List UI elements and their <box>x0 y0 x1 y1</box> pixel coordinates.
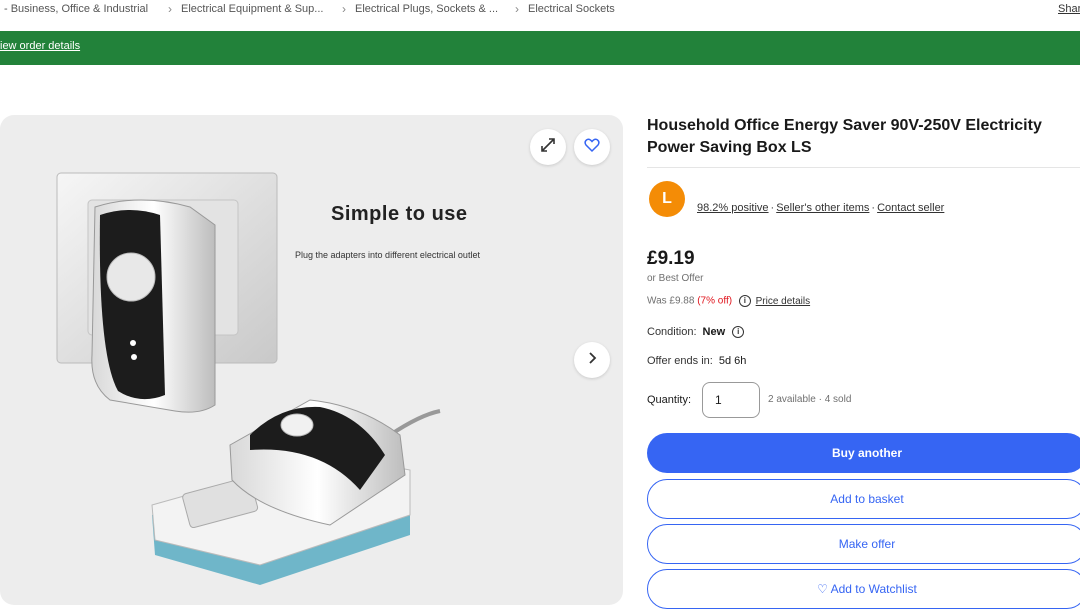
condition-label: Condition: <box>647 326 697 338</box>
condition-row: Condition: New i <box>647 326 745 339</box>
make-offer-button[interactable]: Make offer <box>647 524 1080 564</box>
quantity-label: Quantity: <box>647 394 692 406</box>
breadcrumb-item-electrical-sockets[interactable]: Electrical Sockets <box>528 3 615 15</box>
product-title-line-1: Household Office Energy Saver 90V-250V E… <box>647 117 1042 134</box>
heart-icon <box>584 137 600 158</box>
discount-text: (7% off) <box>697 295 733 307</box>
image-headline: Simple to use <box>331 203 468 225</box>
divider <box>647 167 1080 168</box>
quantity-available: 2 available · 4 sold <box>768 394 852 405</box>
chevron-right-icon <box>585 351 599 370</box>
condition-value: New <box>702 326 726 338</box>
breadcrumb: - Business, Office & Industrial › Electr… <box>0 0 1080 30</box>
watch-heart-button[interactable] <box>574 129 610 165</box>
was-price: Was £9.88 (7% off) i Price details <box>647 295 810 307</box>
breadcrumb-chevron-icon: › <box>342 2 346 16</box>
product-gallery[interactable]: Simple to use Plug the adapters into dif… <box>0 115 623 605</box>
price: £9.19 <box>647 248 695 269</box>
breadcrumb-item-plugs-sockets[interactable]: Electrical Plugs, Sockets & ... <box>355 3 498 15</box>
quantity-input[interactable]: 1 <box>702 382 760 418</box>
add-to-basket-button[interactable]: Add to basket <box>647 479 1080 519</box>
product-title-line-2: Power Saving Box LS <box>647 139 812 156</box>
condition-info-icon[interactable]: i <box>732 326 745 339</box>
info-icon[interactable]: i <box>738 295 751 307</box>
order-banner: iew order details <box>0 31 1080 65</box>
expand-button[interactable] <box>530 129 566 165</box>
expand-icon <box>539 136 557 159</box>
add-to-watchlist-button[interactable]: ♡ Add to Watchlist <box>647 569 1080 609</box>
breadcrumb-chevron-icon: › <box>515 2 519 16</box>
share-link[interactable]: Share <box>1058 3 1080 15</box>
offer-ends-value: 5d 6h <box>718 355 747 367</box>
contact-seller-link[interactable]: Contact seller <box>877 202 944 214</box>
seller-feedback-link[interactable]: 98.2% positive <box>697 202 769 214</box>
product-title: Household Office Energy Saver 90V-250V E… <box>647 115 1080 159</box>
was-price-text: Was £9.88 <box>647 295 695 307</box>
seller-avatar[interactable]: L <box>649 181 685 217</box>
seller-other-items-link[interactable]: Seller's other items <box>776 202 869 214</box>
breadcrumb-item-electrical-equipment[interactable]: Electrical Equipment & Sup... <box>181 3 323 15</box>
breadcrumb-item-business[interactable]: - Business, Office & Industrial <box>4 3 148 15</box>
seller-links: 98.2% positive · Seller's other items · Cont… <box>697 202 945 214</box>
view-order-details-link[interactable]: iew order details <box>0 40 80 52</box>
offer-ends-label: Offer ends in: <box>647 355 713 367</box>
product-image <box>56 172 441 585</box>
best-offer-label: or Best Offer <box>647 273 704 284</box>
offer-ends-row: Offer ends in: 5d 6h <box>647 355 746 367</box>
price-details-link[interactable]: Price details <box>756 296 810 307</box>
image-subline: Plug the adapters into different electri… <box>295 250 480 260</box>
next-image-button[interactable] <box>574 342 610 378</box>
buy-another-button[interactable]: Buy another <box>647 433 1080 473</box>
breadcrumb-chevron-icon: › <box>168 2 172 16</box>
